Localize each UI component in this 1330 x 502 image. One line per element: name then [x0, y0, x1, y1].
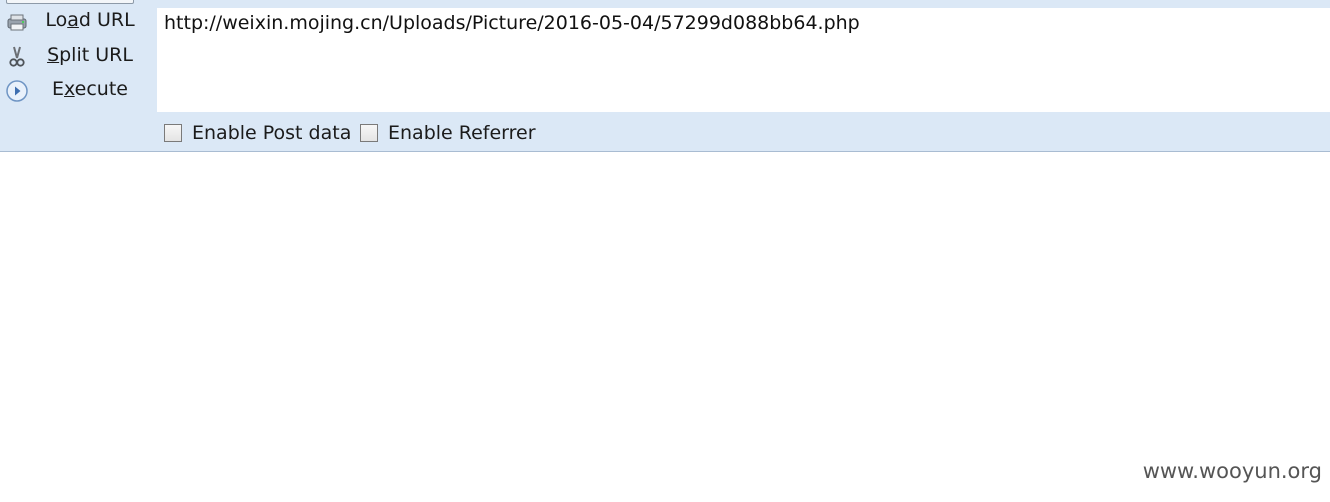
url-textarea[interactable]: http://weixin.mojing.cn/Uploads/Picture/…	[157, 8, 1330, 112]
referrer-checkbox[interactable]	[360, 124, 378, 142]
split-url-label: Split URL	[47, 43, 133, 66]
command-list: Load URL Split URL Execute	[0, 4, 150, 108]
execute-label: Execute	[51, 78, 128, 100]
url-text: http://weixin.mojing.cn/Uploads/Picture/…	[164, 12, 860, 34]
post-data-checkbox[interactable]	[164, 124, 182, 142]
referrer-label: Enable Referrer	[388, 122, 536, 144]
watermark: www.wooyun.org	[1142, 459, 1322, 483]
load-url-button[interactable]: Load URL	[0, 4, 150, 39]
load-url-label: Load URL	[45, 9, 135, 31]
split-url-button[interactable]: Split URL	[0, 39, 150, 74]
hackbar-panel: Load URL Split URL Execute http://weixin…	[0, 0, 1330, 152]
post-data-label: Enable Post data	[192, 122, 352, 144]
execute-button[interactable]: Execute	[0, 73, 150, 108]
